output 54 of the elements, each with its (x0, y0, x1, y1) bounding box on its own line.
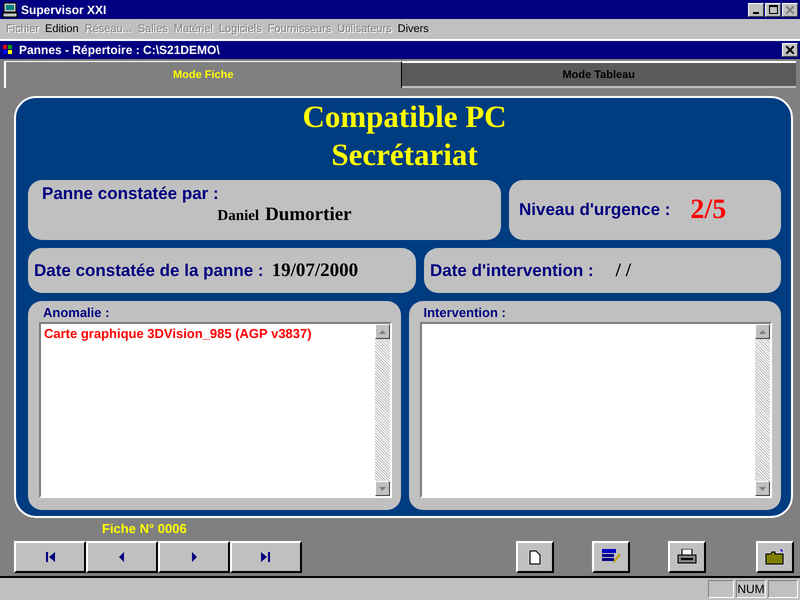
printer-icon (677, 549, 697, 565)
scroll-up-button[interactable] (374, 324, 390, 339)
intervention-label: Intervention : (424, 305, 507, 320)
record-number: Fiche N° 0006 (102, 521, 188, 538)
intervention-date-value: / / (616, 260, 631, 282)
document-icon (529, 550, 541, 564)
first-name: Daniel (217, 208, 260, 225)
last-record-button[interactable] (230, 541, 302, 573)
reporter-label: Panne constatée par : (42, 184, 220, 204)
down-arrow-icon (759, 486, 766, 490)
maximize-icon (768, 5, 778, 14)
record-title: Compatible PC (302, 98, 507, 136)
scroll-up-button[interactable] (755, 324, 770, 339)
edit-button[interactable] (592, 541, 630, 573)
urgency-value: 2/5 (690, 194, 726, 226)
close-button[interactable] (782, 2, 798, 16)
up-arrow-icon (759, 330, 766, 334)
last-name: Dumortier (265, 204, 352, 226)
status-pane (708, 580, 734, 598)
menu-item[interactable]: Edition (42, 23, 82, 35)
document-title: Pannes - Répertoire : C:\S21DEMO\ (19, 43, 221, 57)
scrollbar[interactable] (755, 324, 770, 496)
close-button[interactable] (782, 43, 798, 57)
down-arrow-icon (378, 486, 386, 490)
close-icon (786, 6, 794, 14)
status-pane (768, 580, 798, 598)
next-record-button[interactable] (158, 541, 230, 573)
first-record-button[interactable] (14, 541, 86, 573)
scrollbar[interactable] (374, 324, 390, 496)
intervention-date-label: Date d'intervention : (430, 260, 594, 280)
new-button[interactable] (516, 541, 554, 573)
record-subtitle: Secrétariat (331, 136, 478, 174)
up-arrow-icon (378, 330, 386, 334)
intervention-field[interactable] (420, 322, 772, 498)
anomaly-field[interactable]: Carte graphique 3DVision_985 (AGP v3837) (39, 322, 392, 498)
print-button[interactable] (668, 541, 706, 573)
scroll-down-button[interactable] (755, 481, 770, 496)
window-title: Supervisor XXI (21, 2, 108, 16)
prev-record-button[interactable] (86, 541, 158, 573)
date-value: 19/07/2000 (272, 260, 358, 282)
anomaly-label: Anomalie : (43, 305, 110, 320)
menu-item[interactable]: Divers (394, 23, 432, 35)
date-label: Date constatée de la panne : (34, 260, 264, 280)
minimize-icon (753, 12, 759, 14)
num-lock-indicator: NUM (736, 580, 766, 598)
minimize-button[interactable] (748, 2, 764, 16)
folder-icon (765, 549, 785, 565)
tab[interactable]: Mode Fiche (4, 61, 402, 88)
scroll-down-button[interactable] (374, 481, 390, 496)
open-folder-button[interactable] (756, 541, 794, 573)
urgency-label: Niveau d'urgence : (519, 200, 670, 220)
close-icon (786, 46, 794, 54)
tab[interactable]: Mode Tableau (402, 61, 796, 88)
maximize-button[interactable] (765, 2, 781, 16)
